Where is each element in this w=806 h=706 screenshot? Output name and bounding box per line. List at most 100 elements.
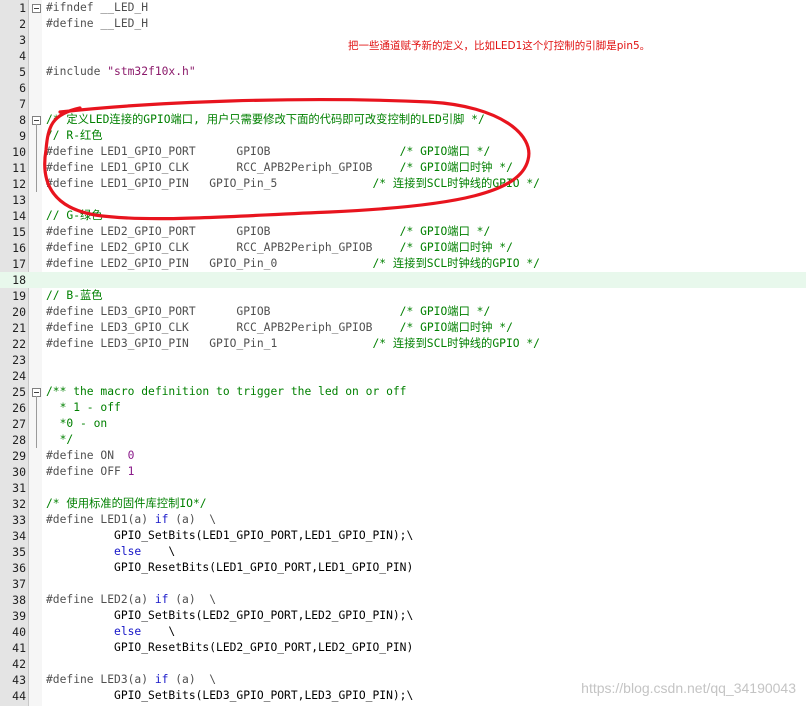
code-text[interactable]: #define LED2(a) if (a) \	[46, 592, 216, 608]
line-number: 14	[12, 209, 26, 223]
code-line[interactable]: 10 #define LED1_GPIO_PORT GPIOB /* GPIO端口…	[0, 144, 806, 160]
code-line[interactable]: 2 #define __LED_H	[0, 16, 806, 32]
code-line[interactable]: 26 * 1 - off	[0, 400, 806, 416]
code-text[interactable]: // R-红色	[46, 128, 103, 144]
code-text[interactable]: #define LED1_GPIO_PIN GPIO_Pin_5 /* 连接到S…	[46, 176, 540, 192]
code-text[interactable]: *0 - on	[46, 416, 108, 432]
fold-toggle-icon[interactable]	[32, 4, 41, 13]
code-text[interactable]: #include "stm32f10x.h"	[46, 64, 196, 80]
code-line[interactable]: 20 #define LED3_GPIO_PORT GPIOB /* GPIO端口…	[0, 304, 806, 320]
code-line[interactable]: 30 #define OFF 1	[0, 464, 806, 480]
code-token: /* 连接到SCL时钟线的GPIO */	[372, 337, 540, 350]
code-text[interactable]: */	[46, 432, 74, 448]
code-text[interactable]: /* 定义LED连接的GPIO端口, 用户只需要修改下面的代码即可改变控制的LE…	[46, 112, 485, 128]
code-line[interactable]: 12 #define LED1_GPIO_PIN GPIO_Pin_5 /* 连接…	[0, 176, 806, 192]
code-token: #include	[46, 65, 108, 78]
code-text[interactable]: #define ON 0	[46, 448, 134, 464]
code-text[interactable]: #define OFF 1	[46, 464, 134, 480]
code-token: GPIO_SetBits(LED3_GPIO_PORT,LED3_GPIO_PI…	[46, 689, 414, 702]
code-text[interactable]: #define LED2_GPIO_PIN GPIO_Pin_0 /* 连接到S…	[46, 256, 540, 272]
code-line[interactable]: 36 GPIO_ResetBits(LED1_GPIO_PORT,LED1_GP…	[0, 560, 806, 576]
code-line[interactable]: 23	[0, 352, 806, 368]
code-line[interactable]: 5 #include "stm32f10x.h"	[0, 64, 806, 80]
code-token: /* 使用标准的固件库控制IO*/	[46, 497, 207, 510]
code-line[interactable]: 39 GPIO_SetBits(LED2_GPIO_PORT,LED2_GPIO…	[0, 608, 806, 624]
line-number: 32	[12, 497, 26, 511]
code-line[interactable]: 15 #define LED2_GPIO_PORT GPIOB /* GPIO端口…	[0, 224, 806, 240]
code-line[interactable]: 18	[0, 272, 806, 288]
code-text[interactable]: #define LED1_GPIO_PORT GPIOB /* GPIO端口 *…	[46, 144, 490, 160]
code-line[interactable]: 25 /** the macro definition to trigger th…	[0, 384, 806, 400]
code-line[interactable]: 21 #define LED3_GPIO_CLK RCC_APB2Periph_G…	[0, 320, 806, 336]
code-line[interactable]: 14 // G-绿色	[0, 208, 806, 224]
line-number: 36	[12, 561, 26, 575]
code-line[interactable]: 40 else \	[0, 624, 806, 640]
code-line[interactable]: 11 #define LED1_GPIO_CLK RCC_APB2Periph_G…	[0, 160, 806, 176]
code-text[interactable]: * 1 - off	[46, 400, 121, 416]
code-line[interactable]: 34 GPIO_SetBits(LED1_GPIO_PORT,LED1_GPIO…	[0, 528, 806, 544]
line-number: 13	[12, 193, 26, 207]
code-editor[interactable]: 1 #ifndef __LED_H 2 #define __LED_H 3 4 5 #incl…	[0, 0, 806, 706]
code-token: /* GPIO端口时钟 */	[399, 241, 513, 254]
code-token: */	[46, 433, 74, 446]
code-token: *0 - on	[46, 417, 108, 430]
code-text[interactable]: GPIO_SetBits(LED2_GPIO_PORT,LED2_GPIO_PI…	[46, 608, 413, 624]
code-line[interactable]: 35 else \	[0, 544, 806, 560]
code-line[interactable]: 7	[0, 96, 806, 112]
code-line[interactable]: 37	[0, 576, 806, 592]
code-line[interactable]: 28 */	[0, 432, 806, 448]
code-line[interactable]: 42	[0, 656, 806, 672]
code-token: #define LED1_GPIO_CLK RCC_APB2Periph_GPI…	[46, 161, 400, 174]
code-line[interactable]: 1 #ifndef __LED_H	[0, 0, 806, 16]
code-line[interactable]: 33 #define LED1(a) if (a) \	[0, 512, 806, 528]
code-line[interactable]: 27 *0 - on	[0, 416, 806, 432]
code-line[interactable]: 22 #define LED3_GPIO_PIN GPIO_Pin_1 /* 连接…	[0, 336, 806, 352]
code-line[interactable]: 31	[0, 480, 806, 496]
code-text[interactable]: #define LED3_GPIO_PORT GPIOB /* GPIO端口 *…	[46, 304, 490, 320]
fold-guide	[36, 396, 37, 448]
code-text[interactable]: #define LED2_GPIO_PORT GPIOB /* GPIO端口 *…	[46, 224, 490, 240]
code-line[interactable]: 19 // B-蓝色	[0, 288, 806, 304]
code-text[interactable]: /* 使用标准的固件库控制IO*/	[46, 496, 207, 512]
code-text[interactable]: #define LED2_GPIO_CLK RCC_APB2Periph_GPI…	[46, 240, 513, 256]
code-text[interactable]: #define __LED_H	[46, 16, 148, 32]
code-token: /* 定义LED连接的GPIO端口, 用户只需要修改下面的代码即可改变控制的LE…	[46, 113, 485, 126]
code-text[interactable]: #define LED3_GPIO_PIN GPIO_Pin_1 /* 连接到S…	[46, 336, 540, 352]
code-text[interactable]: else \	[46, 544, 175, 560]
code-line[interactable]: 32 /* 使用标准的固件库控制IO*/	[0, 496, 806, 512]
code-text[interactable]: GPIO_ResetBits(LED2_GPIO_PORT,LED2_GPIO_…	[46, 640, 413, 656]
code-token: (a) \	[168, 593, 217, 606]
code-text[interactable]: GPIO_ResetBits(LED1_GPIO_PORT,LED1_GPIO_…	[46, 560, 413, 576]
code-line[interactable]: 41 GPIO_ResetBits(LED2_GPIO_PORT,LED2_GP…	[0, 640, 806, 656]
code-text[interactable]: #ifndef __LED_H	[46, 0, 148, 16]
code-token: #define ON	[46, 449, 128, 462]
code-line[interactable]: 16 #define LED2_GPIO_CLK RCC_APB2Periph_G…	[0, 240, 806, 256]
code-text[interactable]: #define LED1_GPIO_CLK RCC_APB2Periph_GPI…	[46, 160, 513, 176]
line-number: 12	[12, 177, 26, 191]
code-text[interactable]: #define LED3_GPIO_CLK RCC_APB2Periph_GPI…	[46, 320, 513, 336]
code-line[interactable]: 38 #define LED2(a) if (a) \	[0, 592, 806, 608]
code-token: // G-绿色	[46, 209, 103, 222]
code-line[interactable]: 24	[0, 368, 806, 384]
code-text[interactable]: GPIO_SetBits(LED3_GPIO_PORT,LED3_GPIO_PI…	[46, 688, 413, 704]
code-line[interactable]: 17 #define LED2_GPIO_PIN GPIO_Pin_0 /* 连接…	[0, 256, 806, 272]
code-text[interactable]: GPIO_SetBits(LED1_GPIO_PORT,LED1_GPIO_PI…	[46, 528, 413, 544]
code-text[interactable]: #define LED1(a) if (a) \	[46, 512, 216, 528]
code-text[interactable]: // B-蓝色	[46, 288, 103, 304]
code-line[interactable]: 8 /* 定义LED连接的GPIO端口, 用户只需要修改下面的代码即可改变控制的L…	[0, 112, 806, 128]
code-line[interactable]: 9 // R-红色	[0, 128, 806, 144]
code-text[interactable]: #define LED3(a) if (a) \	[46, 672, 216, 688]
code-line[interactable]: 6	[0, 80, 806, 96]
code-token: #define __LED_H	[46, 17, 149, 30]
code-text[interactable]: else \	[46, 624, 175, 640]
code-token: /* GPIO端口 */	[399, 145, 491, 158]
code-text[interactable]: /** the macro definition to trigger the …	[46, 384, 406, 400]
code-line[interactable]: 13	[0, 192, 806, 208]
annotation-note: 把一些通道赋予新的定义，比如LED1这个灯控制的引脚是pin5。	[348, 40, 651, 52]
line-number: 44	[12, 689, 26, 703]
line-number: 16	[12, 241, 26, 255]
line-number: 15	[12, 225, 26, 239]
line-number: 17	[12, 257, 26, 271]
code-text[interactable]: // G-绿色	[46, 208, 103, 224]
code-line[interactable]: 29 #define ON 0	[0, 448, 806, 464]
